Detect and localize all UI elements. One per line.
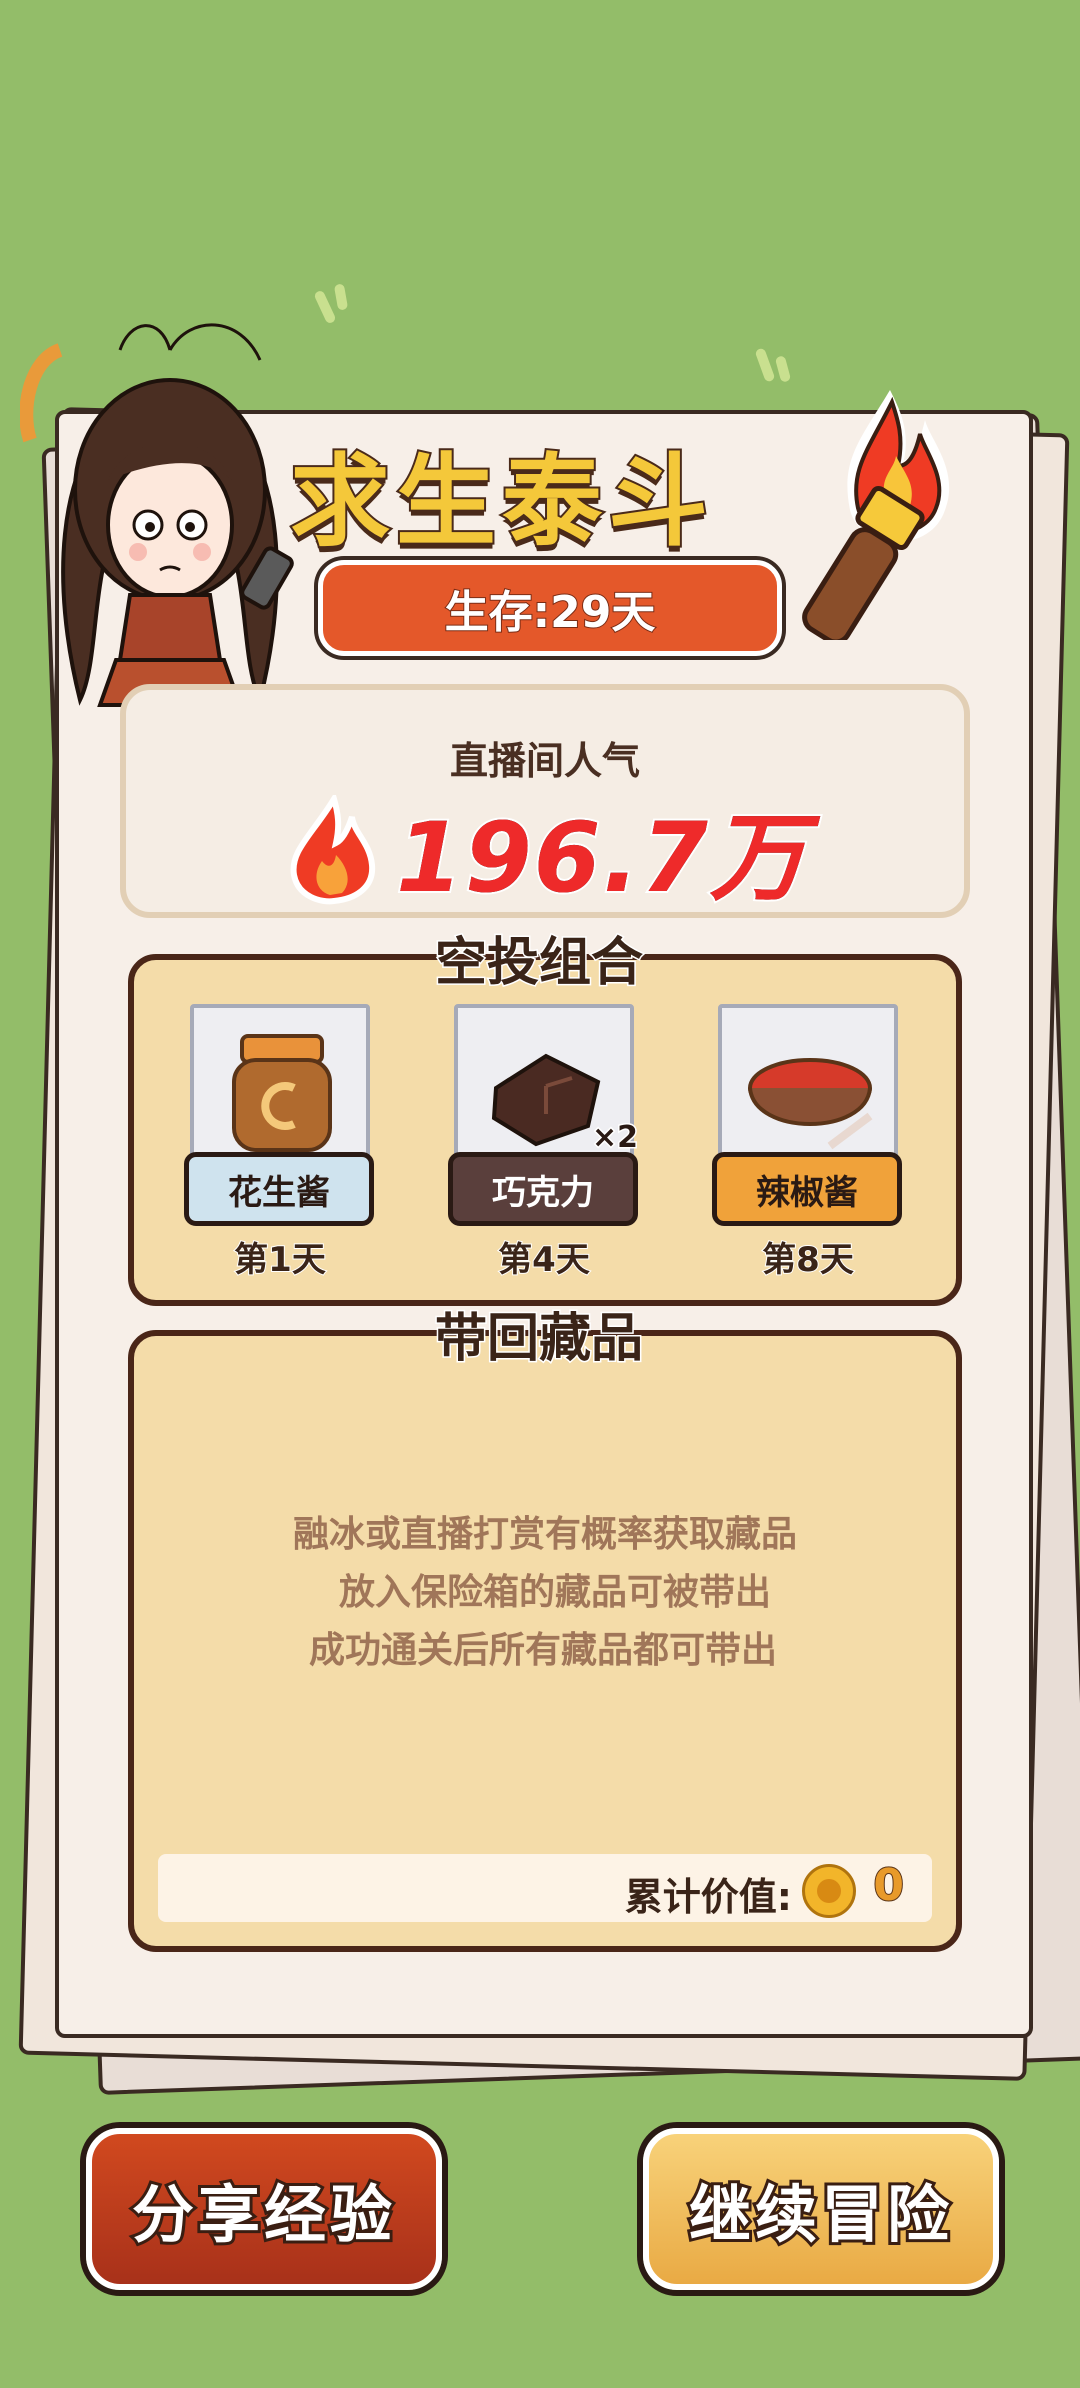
sparkle-decoration [333, 283, 349, 311]
item-name-label: 巧克力 [448, 1152, 638, 1226]
survival-days-text: 生存:29天 [444, 586, 657, 639]
total-value-amount: 0 [872, 1859, 905, 1912]
collection-note: 放入保险箱的藏品可被带出 [338, 1572, 771, 1613]
share-experience-button[interactable]: 分享经验 [86, 2128, 442, 2290]
coin-icon [802, 1864, 856, 1918]
item-day-label: 第4天 [497, 1239, 591, 1281]
item-count: ×2 [590, 1119, 639, 1157]
chili-sauce-bowl-icon [748, 1058, 873, 1150]
torch-icon [802, 390, 950, 640]
total-value-bar: 累计价值: 0 [158, 1854, 932, 1922]
game-title: 求生泰斗 [288, 441, 714, 562]
collection-note: 融冰或直播打赏有概率获取藏品 [292, 1514, 797, 1555]
popularity-label: 直播间人气 [449, 739, 640, 783]
continue-adventure-button[interactable]: 继续冒险 [643, 2128, 999, 2290]
survival-days-badge: 生存:29天 [318, 560, 782, 656]
continue-button-label: 继续冒险 [686, 2175, 953, 2254]
collection-notes: 融冰或直播打赏有概率获取藏品 放入保险箱的藏品可被带出 成功通关后所有藏品都可带… [134, 1506, 956, 1680]
fire-icon [290, 794, 376, 904]
share-button-label: 分享经验 [129, 2175, 396, 2254]
item-name-label: 花生酱 [184, 1152, 374, 1226]
peanut-butter-jar-icon [232, 1034, 332, 1152]
popularity-value: 196.7万 [394, 800, 808, 916]
item-name-label: 辣椒酱 [712, 1152, 902, 1226]
item-day-label: 第1天 [233, 1239, 327, 1281]
collection-panel: 融冰或直播打赏有概率获取藏品 放入保险箱的藏品可被带出 成功通关后所有藏品都可带… [128, 1330, 962, 1952]
item-day-label: 第8天 [761, 1239, 855, 1281]
collection-note: 成功通关后所有藏品都可带出 [308, 1630, 777, 1671]
airdrop-section-title: 空投组合 [433, 932, 644, 995]
sparkle-decoration [754, 347, 776, 383]
airdrop-panel: 花生酱 第1天 ×2 巧克力 第4天 辣椒酱 第8天 [128, 954, 962, 1306]
popularity-panel: 直播间人气 196.7万 [120, 684, 970, 918]
character-avatar [20, 323, 294, 737]
sparkle-decoration [774, 355, 792, 383]
collection-section-title: 带回藏品 [433, 1308, 644, 1371]
total-value-label: 累计价值: [624, 1875, 792, 1919]
